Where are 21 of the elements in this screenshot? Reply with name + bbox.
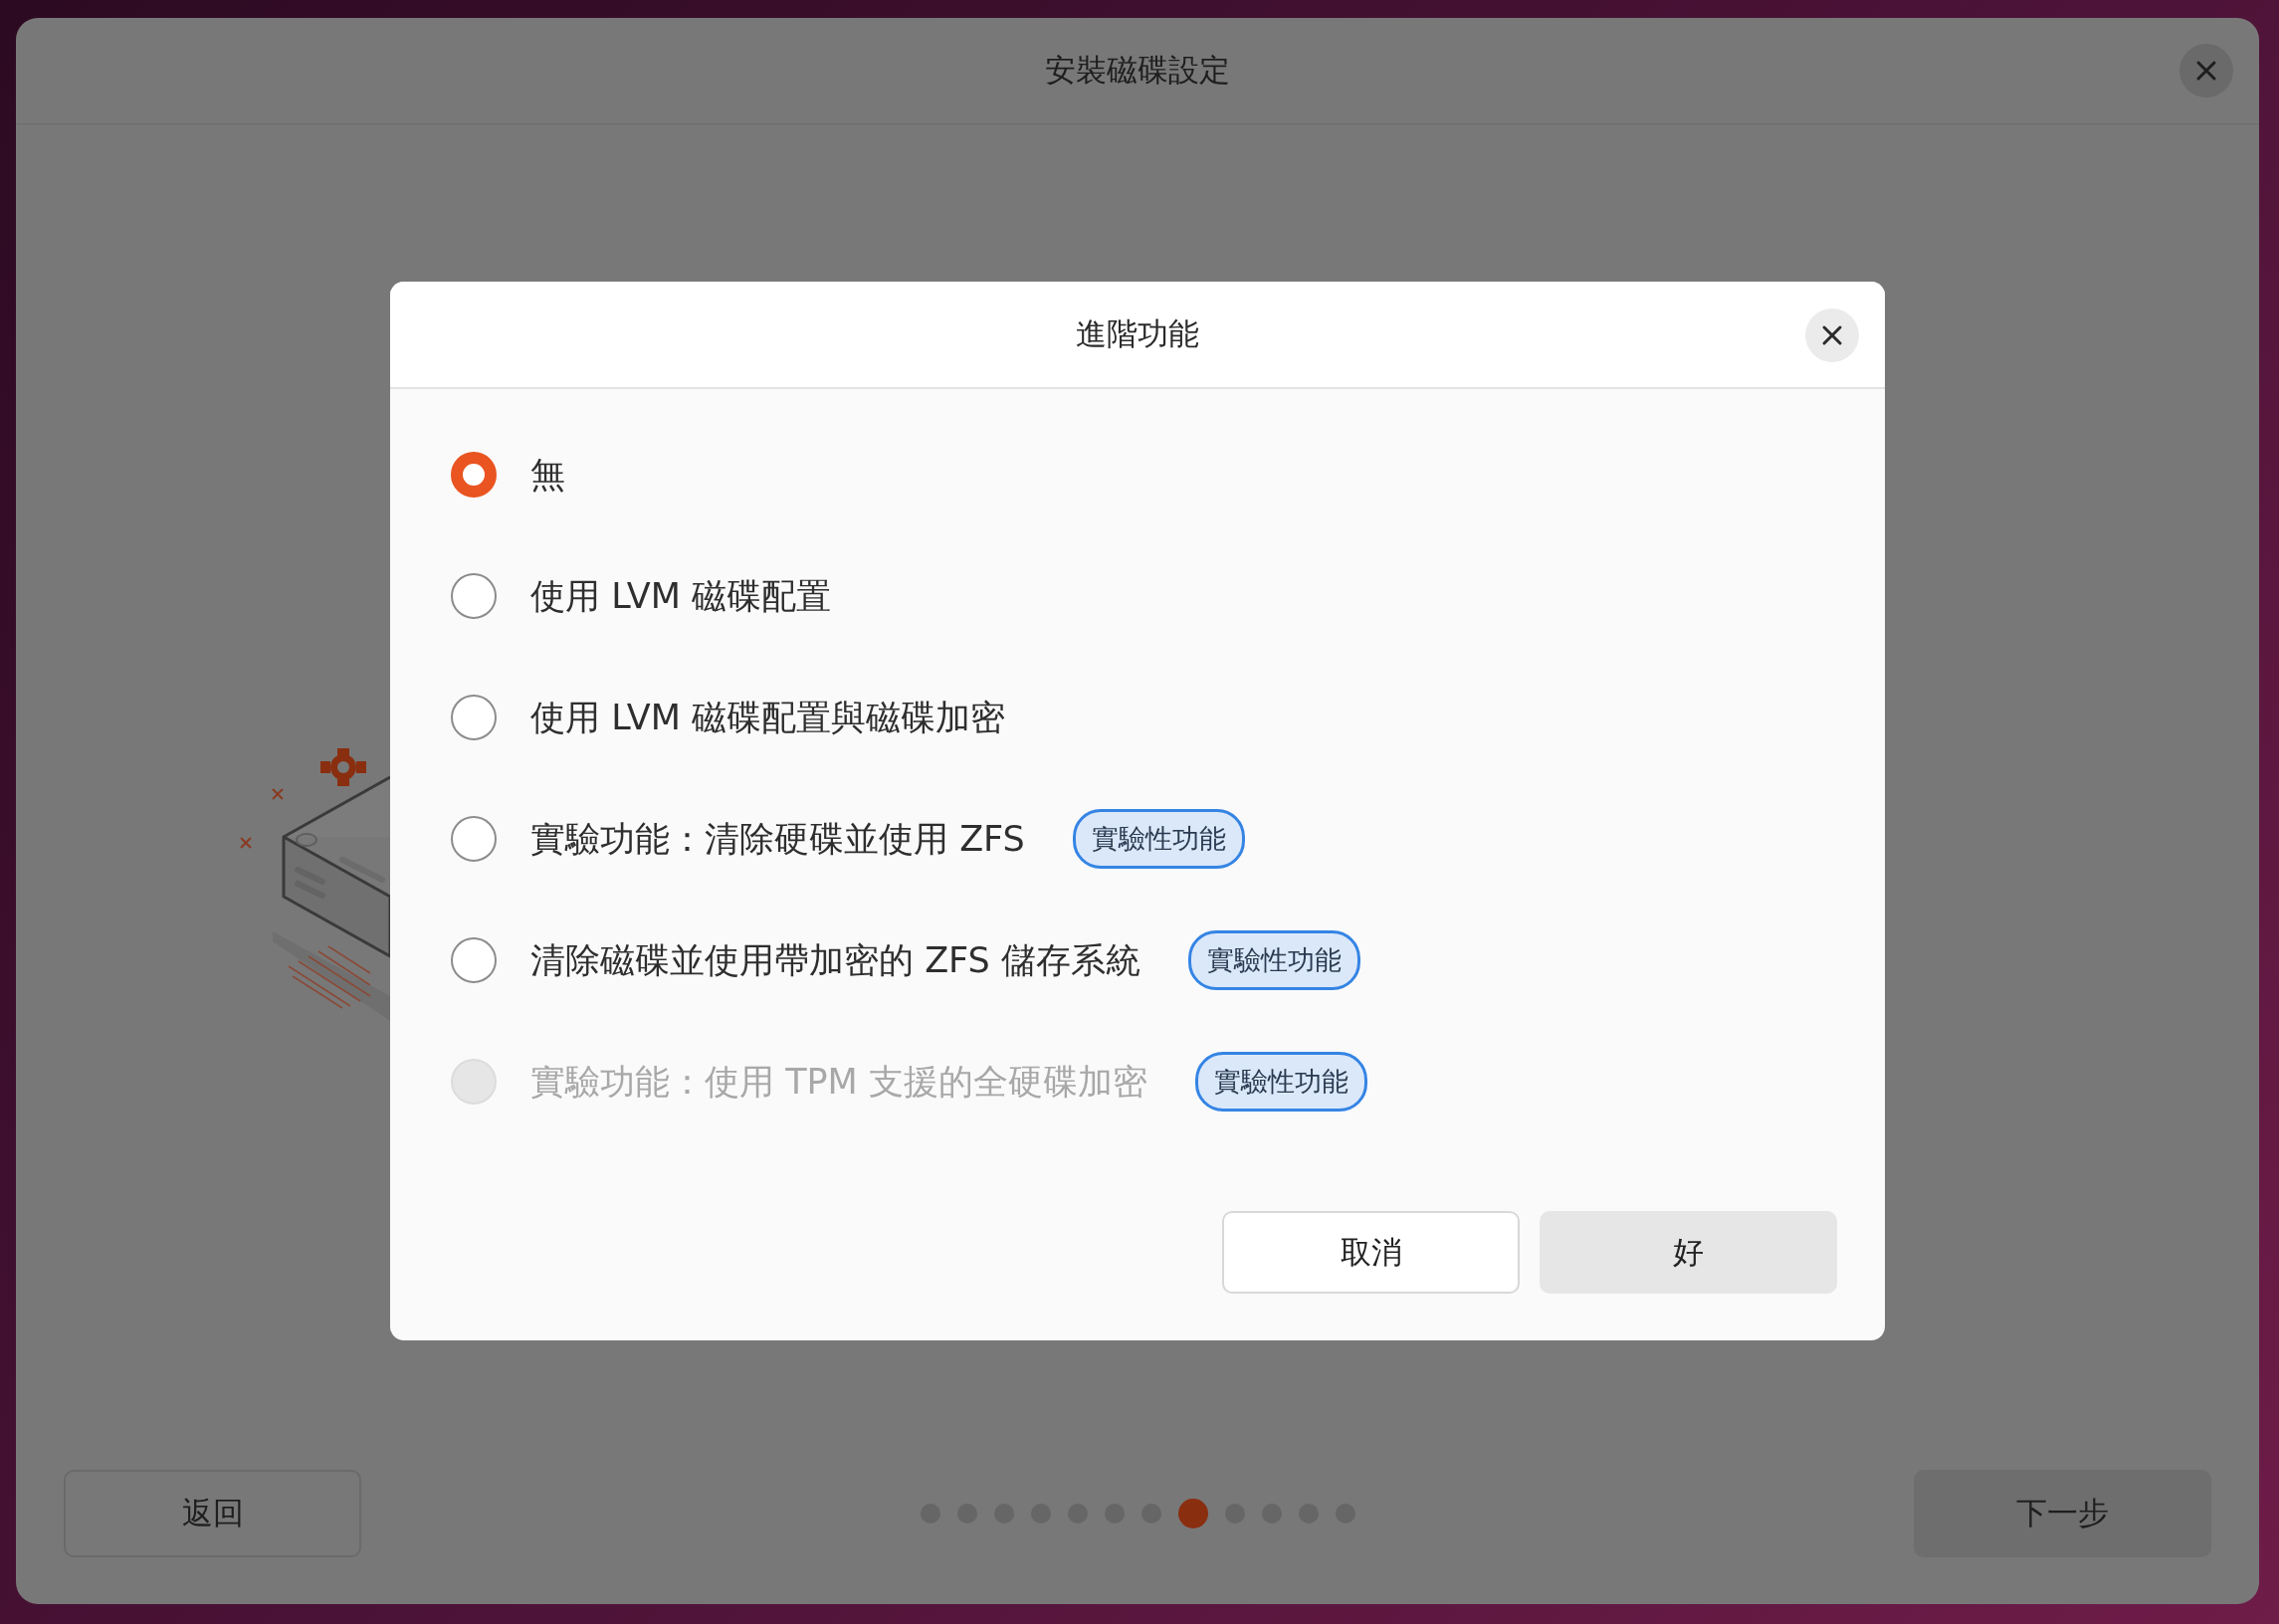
option-label: 使用 LVM 磁碟配置與磁碟加密 xyxy=(530,696,1006,739)
radio-button[interactable] xyxy=(451,695,497,740)
back-button[interactable]: 返回 xyxy=(64,1470,361,1557)
experimental-badge: 實驗性功能 xyxy=(1194,1052,1367,1112)
option-label: 清除磁碟並使用帶加密的 ZFS 儲存系統 xyxy=(530,938,1140,982)
radio-button[interactable] xyxy=(451,937,497,983)
dialog-button[interactable]: 好 xyxy=(1540,1211,1837,1294)
dialog-button[interactable]: 取消 xyxy=(1222,1211,1520,1294)
experimental-badge: 實驗性功能 xyxy=(1187,930,1360,990)
experimental-badge: 實驗性功能 xyxy=(1072,809,1245,869)
option-label: 實驗功能：清除硬碟並使用 ZFS xyxy=(530,817,1025,861)
radio-button[interactable] xyxy=(451,452,497,498)
window-title: 安裝磁碟設定 xyxy=(1045,51,1230,90)
option-label: 實驗功能：使用 TPM 支援的全硬碟加密 xyxy=(530,1060,1147,1104)
radio-button[interactable] xyxy=(451,816,497,862)
close-icon xyxy=(2195,60,2217,82)
option-label: 無 xyxy=(530,453,565,497)
dialog-title: 進階功能 xyxy=(1076,314,1199,353)
close-icon xyxy=(1821,324,1843,346)
option-label: 使用 LVM 磁碟配置 xyxy=(530,574,832,618)
radio-button[interactable] xyxy=(451,573,497,619)
